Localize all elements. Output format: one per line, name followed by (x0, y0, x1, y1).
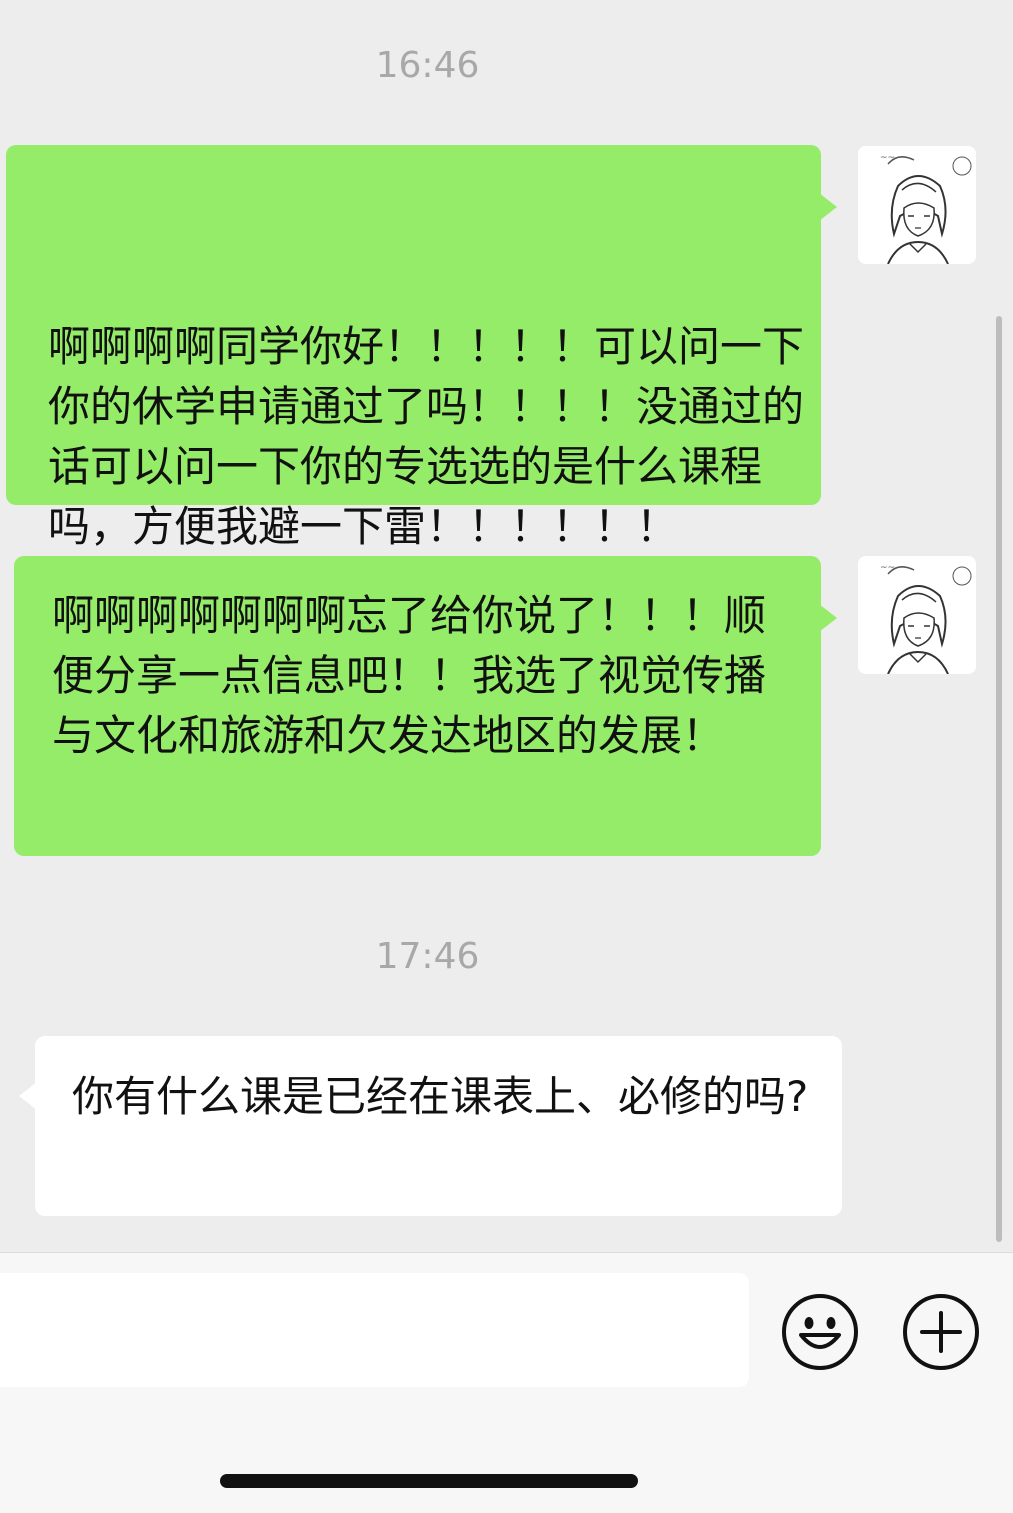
svg-text:~~: ~~ (880, 153, 895, 163)
svg-text:~~: ~~ (880, 563, 895, 573)
home-indicator[interactable] (220, 1474, 638, 1488)
more-button[interactable] (902, 1293, 980, 1371)
user-avatar-sketch-girl-icon: ~~ (858, 146, 976, 264)
timestamp: 17:46 (375, 936, 480, 977)
avatar[interactable]: ~~ (858, 556, 976, 674)
emoji-icon (782, 1294, 858, 1370)
chat-message-list[interactable]: 16:46 啊啊啊啊同学你好！！！！！可以问一下你的休学申请通过了吗！！！！没通… (0, 0, 1013, 1252)
message-input[interactable] (0, 1273, 749, 1387)
message-bubble-outgoing[interactable]: 啊啊啊啊啊啊啊忘了给你说了！！！顺便分享一点信息吧！！我选了视觉传播与文化和旅游… (14, 556, 837, 856)
plus-icon (903, 1294, 979, 1370)
avatar[interactable]: ~~ (858, 146, 976, 264)
message-text: 啊啊啊啊啊啊啊忘了给你说了！！！顺便分享一点信息吧！！我选了视觉传播与文化和旅游… (52, 591, 767, 760)
user-avatar-sketch-girl-icon: ~~ (858, 556, 976, 674)
emoji-button[interactable] (781, 1293, 859, 1371)
message-text: 啊啊啊啊同学你好！！！！！可以问一下你的休学申请通过了吗！！！！没通过的话可以问… (48, 322, 805, 551)
message-bubble-outgoing[interactable]: 啊啊啊啊同学你好！！！！！可以问一下你的休学申请通过了吗！！！！没通过的话可以问… (6, 145, 837, 551)
scrollbar[interactable] (996, 316, 1002, 1242)
timestamp: 16:46 (375, 45, 480, 86)
message-text: 你有什么课是已经在课表上、必修的吗? (72, 1072, 809, 1121)
message-bubble-incoming[interactable]: 你有什么课是已经在课表上、必修的吗? (19, 1036, 842, 1216)
